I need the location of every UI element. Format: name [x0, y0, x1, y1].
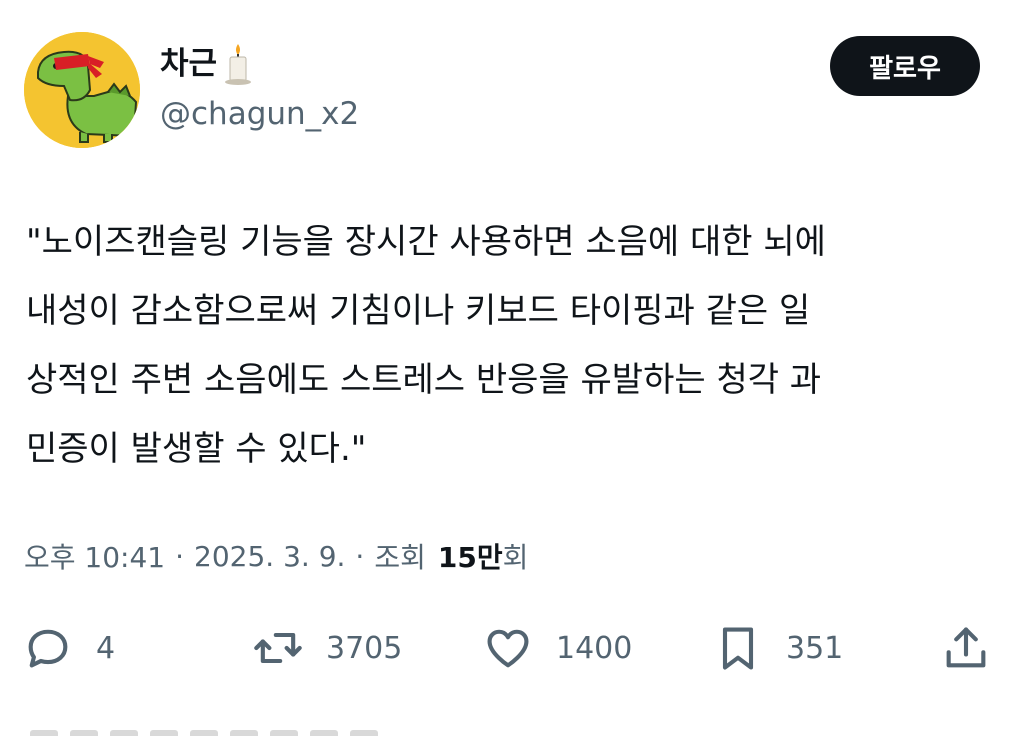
dinosaur-avatar-icon: [24, 32, 140, 148]
tweet-text: "노이즈캔슬링 기능을 장시간 사용하면 소음에 대한 뇌에 내성이 감소함으로…: [26, 222, 826, 469]
candle-icon: [225, 44, 252, 85]
author-handle[interactable]: @chagun_x2: [160, 96, 359, 132]
display-name-text: 차근: [160, 45, 218, 82]
bookmark-count: 351: [786, 630, 844, 666]
share-button[interactable]: [940, 620, 992, 676]
bookmark-button[interactable]: 351: [712, 620, 843, 676]
retweet-icon: [254, 632, 302, 664]
meta-separator: ·: [355, 539, 365, 573]
retweet-count: 3705: [326, 630, 403, 666]
heart-icon: [487, 629, 529, 668]
follow-button[interactable]: 팔로우: [830, 36, 980, 96]
like-button[interactable]: 1400: [482, 620, 632, 676]
views-label: 조회: [374, 541, 426, 574]
tweet-meta: 오후 10:41 · 2025. 3. 9. · 조회 15만 회: [24, 536, 528, 576]
retweet-button[interactable]: 3705: [252, 620, 402, 676]
share-icon: [946, 627, 986, 668]
bookmark-icon: [722, 627, 754, 670]
like-count: 1400: [556, 630, 633, 666]
meta-separator: ·: [175, 539, 185, 573]
reply-icon: [28, 629, 68, 668]
tweet-date[interactable]: 2025. 3. 9.: [194, 540, 345, 573]
next-item-edge: [0, 728, 1024, 736]
views-count: 15만: [437, 541, 503, 574]
views-suffix: 회: [502, 541, 529, 574]
avatar[interactable]: [24, 32, 140, 148]
tweet-time[interactable]: 오후 10:41: [24, 536, 165, 576]
reply-button[interactable]: 4: [22, 620, 115, 676]
reply-count: 4: [96, 630, 116, 666]
author-display-name[interactable]: 차근: [160, 42, 253, 86]
